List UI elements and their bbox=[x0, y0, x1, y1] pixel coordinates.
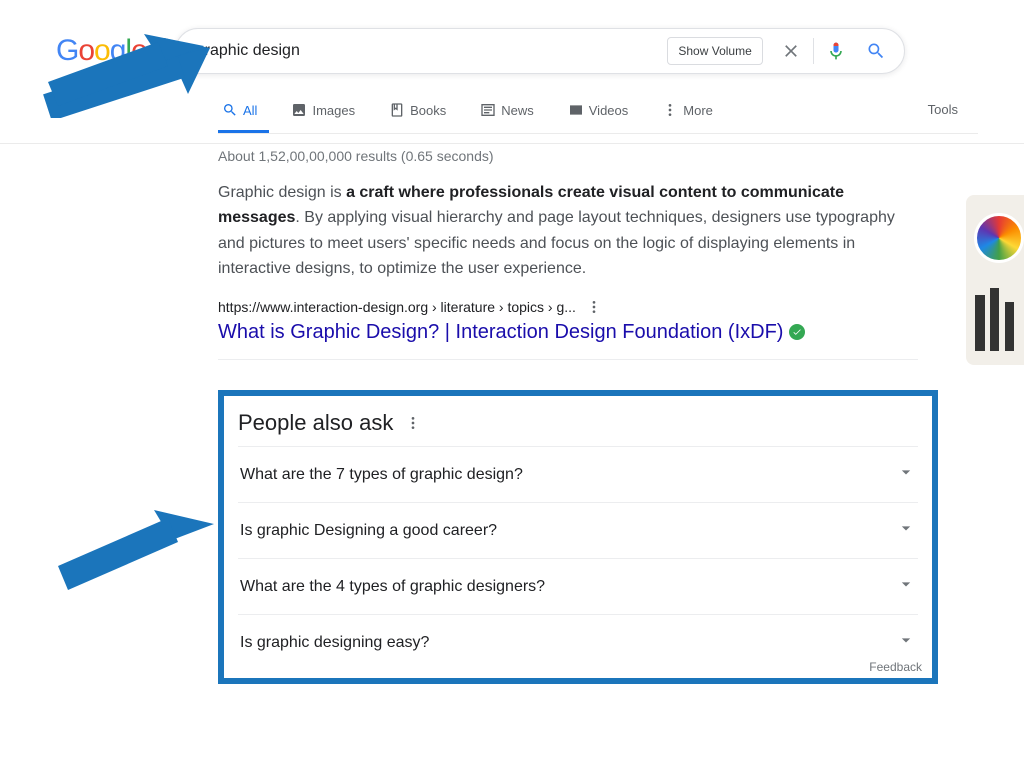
knowledge-panel-image[interactable] bbox=[966, 195, 1024, 365]
paa-question-text: What are the 7 types of graphic design? bbox=[240, 466, 523, 484]
chevron-down-icon bbox=[896, 462, 916, 487]
tab-label: Images bbox=[312, 103, 355, 118]
news-icon bbox=[480, 102, 496, 118]
more-vertical-icon bbox=[662, 102, 678, 118]
result-link[interactable]: What is Graphic Design? | Interaction De… bbox=[218, 319, 783, 345]
tools-button[interactable]: Tools bbox=[928, 102, 958, 117]
tab-more[interactable]: More bbox=[658, 94, 725, 133]
paa-question-text: Is graphic Designing a good career? bbox=[240, 522, 497, 540]
tab-label: Videos bbox=[589, 103, 629, 118]
result-cite: https://www.interaction-design.org › lit… bbox=[218, 299, 918, 315]
feedback-link[interactable]: Feedback bbox=[869, 660, 922, 674]
cite-text: https://www.interaction-design.org › lit… bbox=[218, 299, 576, 315]
people-also-ask-box: People also ask What are the 7 types of … bbox=[218, 390, 938, 684]
clear-search-button[interactable] bbox=[771, 31, 811, 71]
paa-question[interactable]: Is graphic designing easy? bbox=[238, 614, 918, 670]
logo-letter: o bbox=[78, 34, 94, 67]
paa-question[interactable]: What are the 4 types of graphic designer… bbox=[238, 558, 918, 614]
paa-question-text: What are the 4 types of graphic designer… bbox=[240, 578, 545, 596]
annotation-arrow-bottom bbox=[40, 510, 220, 600]
featured-snippet: Graphic design is a craft where professi… bbox=[218, 180, 908, 281]
video-icon bbox=[568, 102, 584, 118]
logo-letter: G bbox=[56, 34, 78, 67]
search-button[interactable] bbox=[856, 31, 896, 71]
voice-search-button[interactable] bbox=[816, 31, 856, 71]
close-icon bbox=[781, 41, 801, 61]
google-logo[interactable]: Google bbox=[56, 34, 147, 68]
paa-question[interactable]: What are the 7 types of graphic design? bbox=[238, 446, 918, 502]
tab-label: All bbox=[243, 103, 257, 118]
paa-question-text: Is graphic designing easy? bbox=[240, 634, 429, 652]
tab-label: More bbox=[683, 103, 713, 118]
microphone-icon bbox=[826, 41, 846, 61]
paa-heading-text: People also ask bbox=[238, 410, 393, 436]
snippet-lead: Graphic design is bbox=[218, 184, 346, 201]
separator bbox=[813, 38, 814, 64]
search-bar: Show Volume bbox=[175, 28, 905, 74]
result-title: What is Graphic Design? | Interaction De… bbox=[218, 319, 918, 345]
chevron-down-icon bbox=[896, 518, 916, 543]
logo-letter: e bbox=[131, 34, 147, 67]
divider bbox=[218, 359, 918, 360]
logo-letter: o bbox=[94, 34, 110, 67]
chevron-down-icon bbox=[896, 630, 916, 655]
tab-videos[interactable]: Videos bbox=[564, 94, 641, 133]
chevron-down-icon bbox=[896, 574, 916, 599]
search-input[interactable] bbox=[196, 42, 668, 60]
tab-all[interactable]: All bbox=[218, 94, 269, 133]
tab-label: News bbox=[501, 103, 534, 118]
more-vertical-icon[interactable] bbox=[586, 299, 602, 315]
image-icon bbox=[291, 102, 307, 118]
verified-badge-icon bbox=[789, 324, 805, 340]
results-area: About 1,52,00,00,000 results (0.65 secon… bbox=[218, 134, 918, 684]
paa-question[interactable]: Is graphic Designing a good career? bbox=[238, 502, 918, 558]
search-icon bbox=[866, 41, 886, 61]
header: Google Show Volume bbox=[0, 0, 1024, 74]
show-volume-button[interactable]: Show Volume bbox=[667, 37, 762, 65]
tab-news[interactable]: News bbox=[476, 94, 546, 133]
tab-images[interactable]: Images bbox=[287, 94, 367, 133]
logo-letter: g bbox=[110, 34, 126, 67]
search-tabs: All Images Books News Videos More Tools bbox=[218, 94, 978, 134]
paa-heading: People also ask bbox=[238, 410, 918, 446]
snippet-rest: . By applying visual hierarchy and page … bbox=[218, 209, 895, 277]
result-stats: About 1,52,00,00,000 results (0.65 secon… bbox=[218, 148, 918, 164]
tab-label: Books bbox=[410, 103, 446, 118]
more-vertical-icon[interactable] bbox=[405, 415, 421, 431]
search-icon bbox=[222, 102, 238, 118]
book-icon bbox=[389, 102, 405, 118]
tab-books[interactable]: Books bbox=[385, 94, 458, 133]
